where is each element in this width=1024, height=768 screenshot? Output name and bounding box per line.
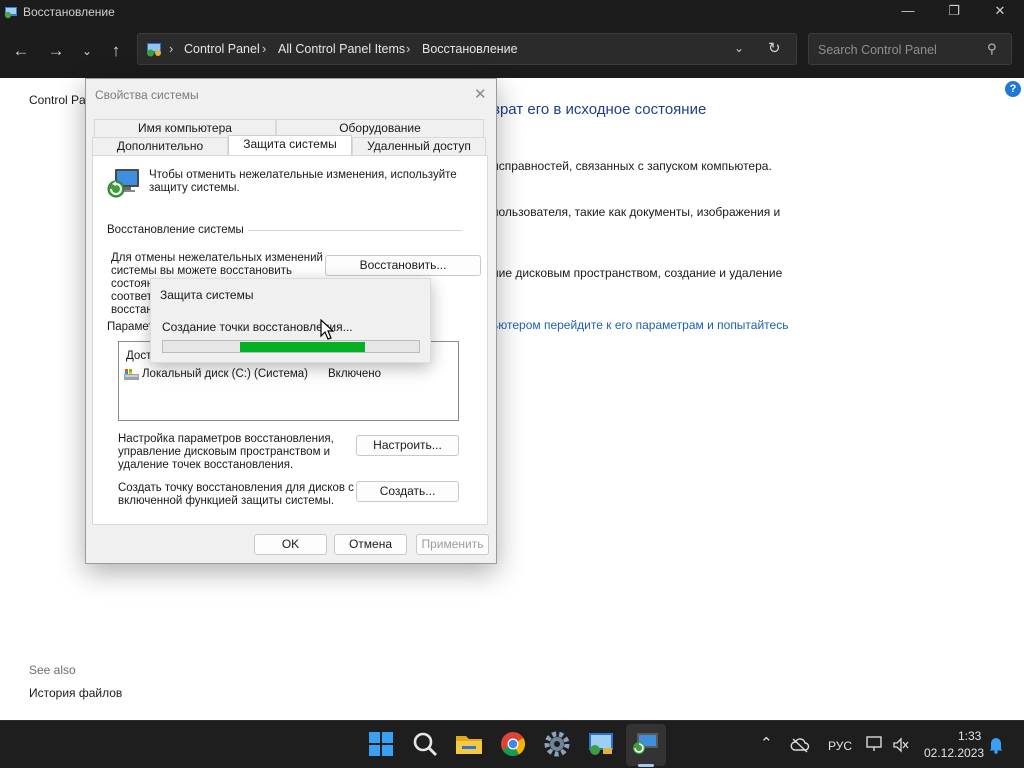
minimize-button[interactable]: — [885, 0, 931, 24]
intro-text-1: Чтобы отменить нежелательные изменения, … [149, 169, 457, 181]
search-box[interactable]: ⚲ [808, 33, 1012, 65]
dialog-title: Свойства системы [95, 88, 199, 102]
create-text-1: Создать точку восстановления для дисков … [118, 482, 354, 494]
system-protection-icon [107, 169, 139, 198]
breadcrumb-recovery[interactable]: Восстановление [422, 42, 518, 56]
navigation-bar: ← → ⌄ ↑ › Control Panel › All Control Pa… [0, 24, 1024, 78]
up-button[interactable]: ↑ [103, 40, 129, 62]
minimize-icon: — [901, 3, 915, 18]
configure-text-3: удаление точек восстановления. [118, 459, 294, 471]
volume-muted-icon[interactable] [892, 737, 910, 753]
close-icon: ✕ [994, 3, 1006, 18]
apply-button[interactable]: Применить [416, 534, 489, 555]
breadcrumb-separator-icon: › [169, 41, 174, 56]
address-dropdown-icon[interactable]: ⌄ [734, 41, 744, 55]
drive-protection-status: Включено [328, 368, 382, 380]
create-button[interactable]: Создать... [356, 481, 459, 502]
recovery-app-icon [4, 7, 17, 19]
close-button[interactable]: ✕ [977, 0, 1023, 24]
maximize-button[interactable]: ❐ [931, 0, 977, 24]
intro-text-2: защиту системы. [149, 182, 240, 194]
file-history-link[interactable]: История файлов [29, 686, 122, 700]
search-input[interactable] [818, 41, 978, 58]
progress-bar-fill [240, 342, 365, 352]
address-bar[interactable]: › Control Panel › All Control Panel Item… [137, 33, 797, 65]
control-panel-icon [147, 43, 161, 57]
arrow-right-icon: → [47, 41, 65, 60]
control-panel-taskbar-icon[interactable] [586, 729, 616, 759]
restore-text-4: соответ [111, 291, 152, 303]
recovery-line-3: ние дисковым пространством, создание и у… [492, 266, 783, 280]
network-monitor-icon[interactable] [866, 736, 884, 752]
window-titlebar: Восстановление — ❐ ✕ [0, 0, 1024, 24]
recovery-settings-link[interactable]: ьютером перейдите к его параметрам и поп… [492, 318, 788, 332]
breadcrumb-all-items[interactable]: All Control Panel Items [278, 42, 405, 56]
tab-system-protection[interactable]: Защита системы [228, 135, 352, 156]
arrow-up-icon: ↑ [111, 41, 121, 60]
progress-bar [162, 340, 420, 353]
local-disk-icon [124, 369, 139, 380]
create-text-2: включенной функцией защиты системы. [118, 495, 335, 507]
help-icon[interactable]: ? [1005, 81, 1021, 97]
recovery-heading: врат его в исходное состояние [492, 101, 707, 118]
restore-icon: ❐ [948, 3, 960, 18]
drive-name: Локальный диск (C:) (Система) [142, 368, 308, 380]
close-icon[interactable]: ✕ [474, 85, 487, 103]
clock-time[interactable]: 1:33 [958, 729, 981, 743]
tab-advanced[interactable]: Дополнительно [92, 137, 228, 156]
chevron-up-icon[interactable]: ⌃ [760, 734, 773, 752]
search-icon[interactable]: ⚲ [987, 41, 997, 57]
restore-text-5: восстан [111, 304, 153, 316]
back-button[interactable]: ← [8, 40, 34, 62]
restore-text-1: Для отмены нежелательных изменений [111, 252, 323, 264]
breadcrumb-control-panel[interactable]: Control Panel [184, 42, 260, 56]
recovery-line-2: пользователя, такие как документы, изобр… [492, 205, 781, 219]
breadcrumb-separator-icon: › [262, 41, 267, 56]
window-title: Восстановление [23, 5, 115, 19]
language-indicator[interactable]: РУС [828, 739, 852, 753]
taskbar: ⌃ РУС 1:33 02.12.2023 [0, 720, 1024, 768]
file-explorer-icon[interactable] [454, 729, 484, 759]
clock-date[interactable]: 02.12.2023 [924, 746, 984, 760]
drive-row[interactable]: Локальный диск (C:) (Система) Включено [123, 367, 455, 383]
progress-title: Защита системы [160, 288, 254, 302]
params-group-label: Парамет [107, 321, 154, 333]
notification-bell-icon[interactable] [988, 736, 1004, 754]
active-app-indicator [638, 764, 654, 767]
search-icon[interactable] [410, 729, 440, 759]
forward-button[interactable]: → [43, 40, 69, 62]
restore-text-3: состоян [111, 278, 154, 290]
system-protection-progress-dialog: Защита системы Создание точки восстановл… [150, 278, 431, 363]
settings-gear-icon[interactable] [542, 729, 572, 759]
configure-button[interactable]: Настроить... [356, 435, 459, 456]
ok-button[interactable]: OK [254, 534, 327, 555]
start-icon[interactable] [366, 729, 396, 759]
see-also-label: See also [29, 663, 76, 677]
refresh-icon[interactable]: ↻ [768, 39, 781, 57]
chrome-icon[interactable] [498, 729, 528, 759]
restore-text-2: системы вы можете восстановить [111, 265, 292, 277]
recovery-taskbar-icon[interactable] [631, 729, 661, 759]
cancel-button[interactable]: Отмена [334, 534, 407, 555]
recovery-line-1: исправностей, связанных с запуском компь… [492, 159, 772, 173]
arrow-left-icon: ← [12, 41, 30, 60]
drives-column-header: Дост [126, 350, 152, 362]
configure-text-1: Настройка параметров восстановления, [118, 433, 334, 445]
breadcrumb-separator-icon: › [406, 41, 411, 56]
cloud-offline-icon[interactable] [790, 737, 810, 753]
recent-locations-button[interactable]: ⌄ [74, 40, 100, 62]
tab-remote[interactable]: Удаленный доступ [352, 137, 486, 156]
chevron-down-icon: ⌄ [81, 44, 93, 58]
mouse-cursor-icon [320, 319, 335, 340]
restore-button[interactable]: Восстановить... [325, 255, 481, 276]
configure-text-2: управление дисковым пространством и [118, 446, 331, 458]
restore-group-label: Восстановление системы [107, 224, 248, 236]
